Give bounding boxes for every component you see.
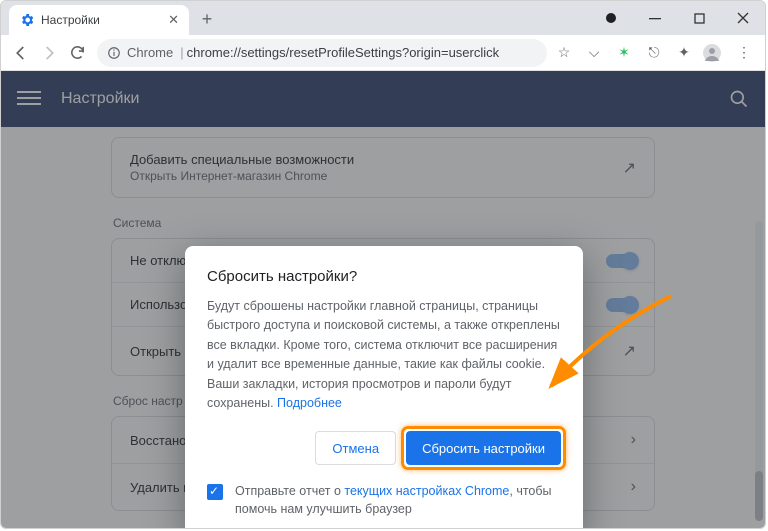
learn-more-link[interactable]: Подробнее: [277, 396, 342, 410]
evernote-icon[interactable]: ✶: [613, 44, 635, 61]
lock-icon[interactable]: ⎋: [643, 44, 665, 61]
back-button[interactable]: [7, 39, 35, 67]
cancel-button[interactable]: Отмена: [315, 431, 396, 465]
browser-tab[interactable]: Настройки ✕: [9, 5, 189, 35]
info-icon: [107, 46, 121, 60]
url-scheme: Chrome: [127, 45, 173, 60]
browser-window: Настройки ✕ + Chrome | chrome://settings…: [0, 0, 766, 529]
window-controls: [589, 5, 765, 35]
new-tab-button[interactable]: +: [195, 8, 219, 32]
maximize-button[interactable]: [677, 5, 721, 31]
dialog-title: Сбросить настройки?: [207, 268, 561, 285]
report-helper: Отправьте отчет о текущих настройках Chr…: [207, 483, 561, 518]
tab-title: Настройки: [41, 13, 168, 27]
forward-button[interactable]: [35, 39, 63, 67]
profile-icon[interactable]: [703, 44, 725, 62]
dialog-actions: Отмена Сбросить настройки: [207, 431, 561, 465]
current-settings-link[interactable]: текущих настройках Chrome: [344, 484, 509, 498]
extensions-icon[interactable]: ✦: [673, 44, 695, 61]
menu-icon[interactable]: ⋮: [733, 44, 755, 61]
pocket-icon[interactable]: ⌵: [583, 44, 605, 61]
tab-close-icon[interactable]: ✕: [168, 12, 179, 28]
close-window-button[interactable]: [721, 5, 765, 31]
url-path: chrome://settings/resetProfileSettings?o…: [187, 45, 500, 60]
content-area: Настройки Добавить специальные возможнос…: [1, 71, 765, 528]
minimize-button[interactable]: [633, 5, 677, 31]
address-bar: Chrome | chrome://settings/resetProfileS…: [1, 35, 765, 71]
settings-favicon: [19, 12, 35, 28]
reset-dialog: Сбросить настройки? Будут сброшены настр…: [185, 246, 583, 529]
url-bar[interactable]: Chrome | chrome://settings/resetProfileS…: [97, 39, 547, 67]
titlebar: Настройки ✕ +: [1, 1, 765, 35]
toolbar-icons: ☆ ⌵ ✶ ⎋ ✦ ⋮: [553, 44, 755, 62]
report-checkbox[interactable]: [207, 484, 223, 500]
account-dot-icon[interactable]: [589, 5, 633, 31]
reload-button[interactable]: [63, 39, 91, 67]
star-icon[interactable]: ☆: [553, 44, 575, 61]
dialog-body: Будут сброшены настройки главной страниц…: [207, 297, 561, 413]
confirm-reset-button[interactable]: Сбросить настройки: [406, 431, 561, 465]
